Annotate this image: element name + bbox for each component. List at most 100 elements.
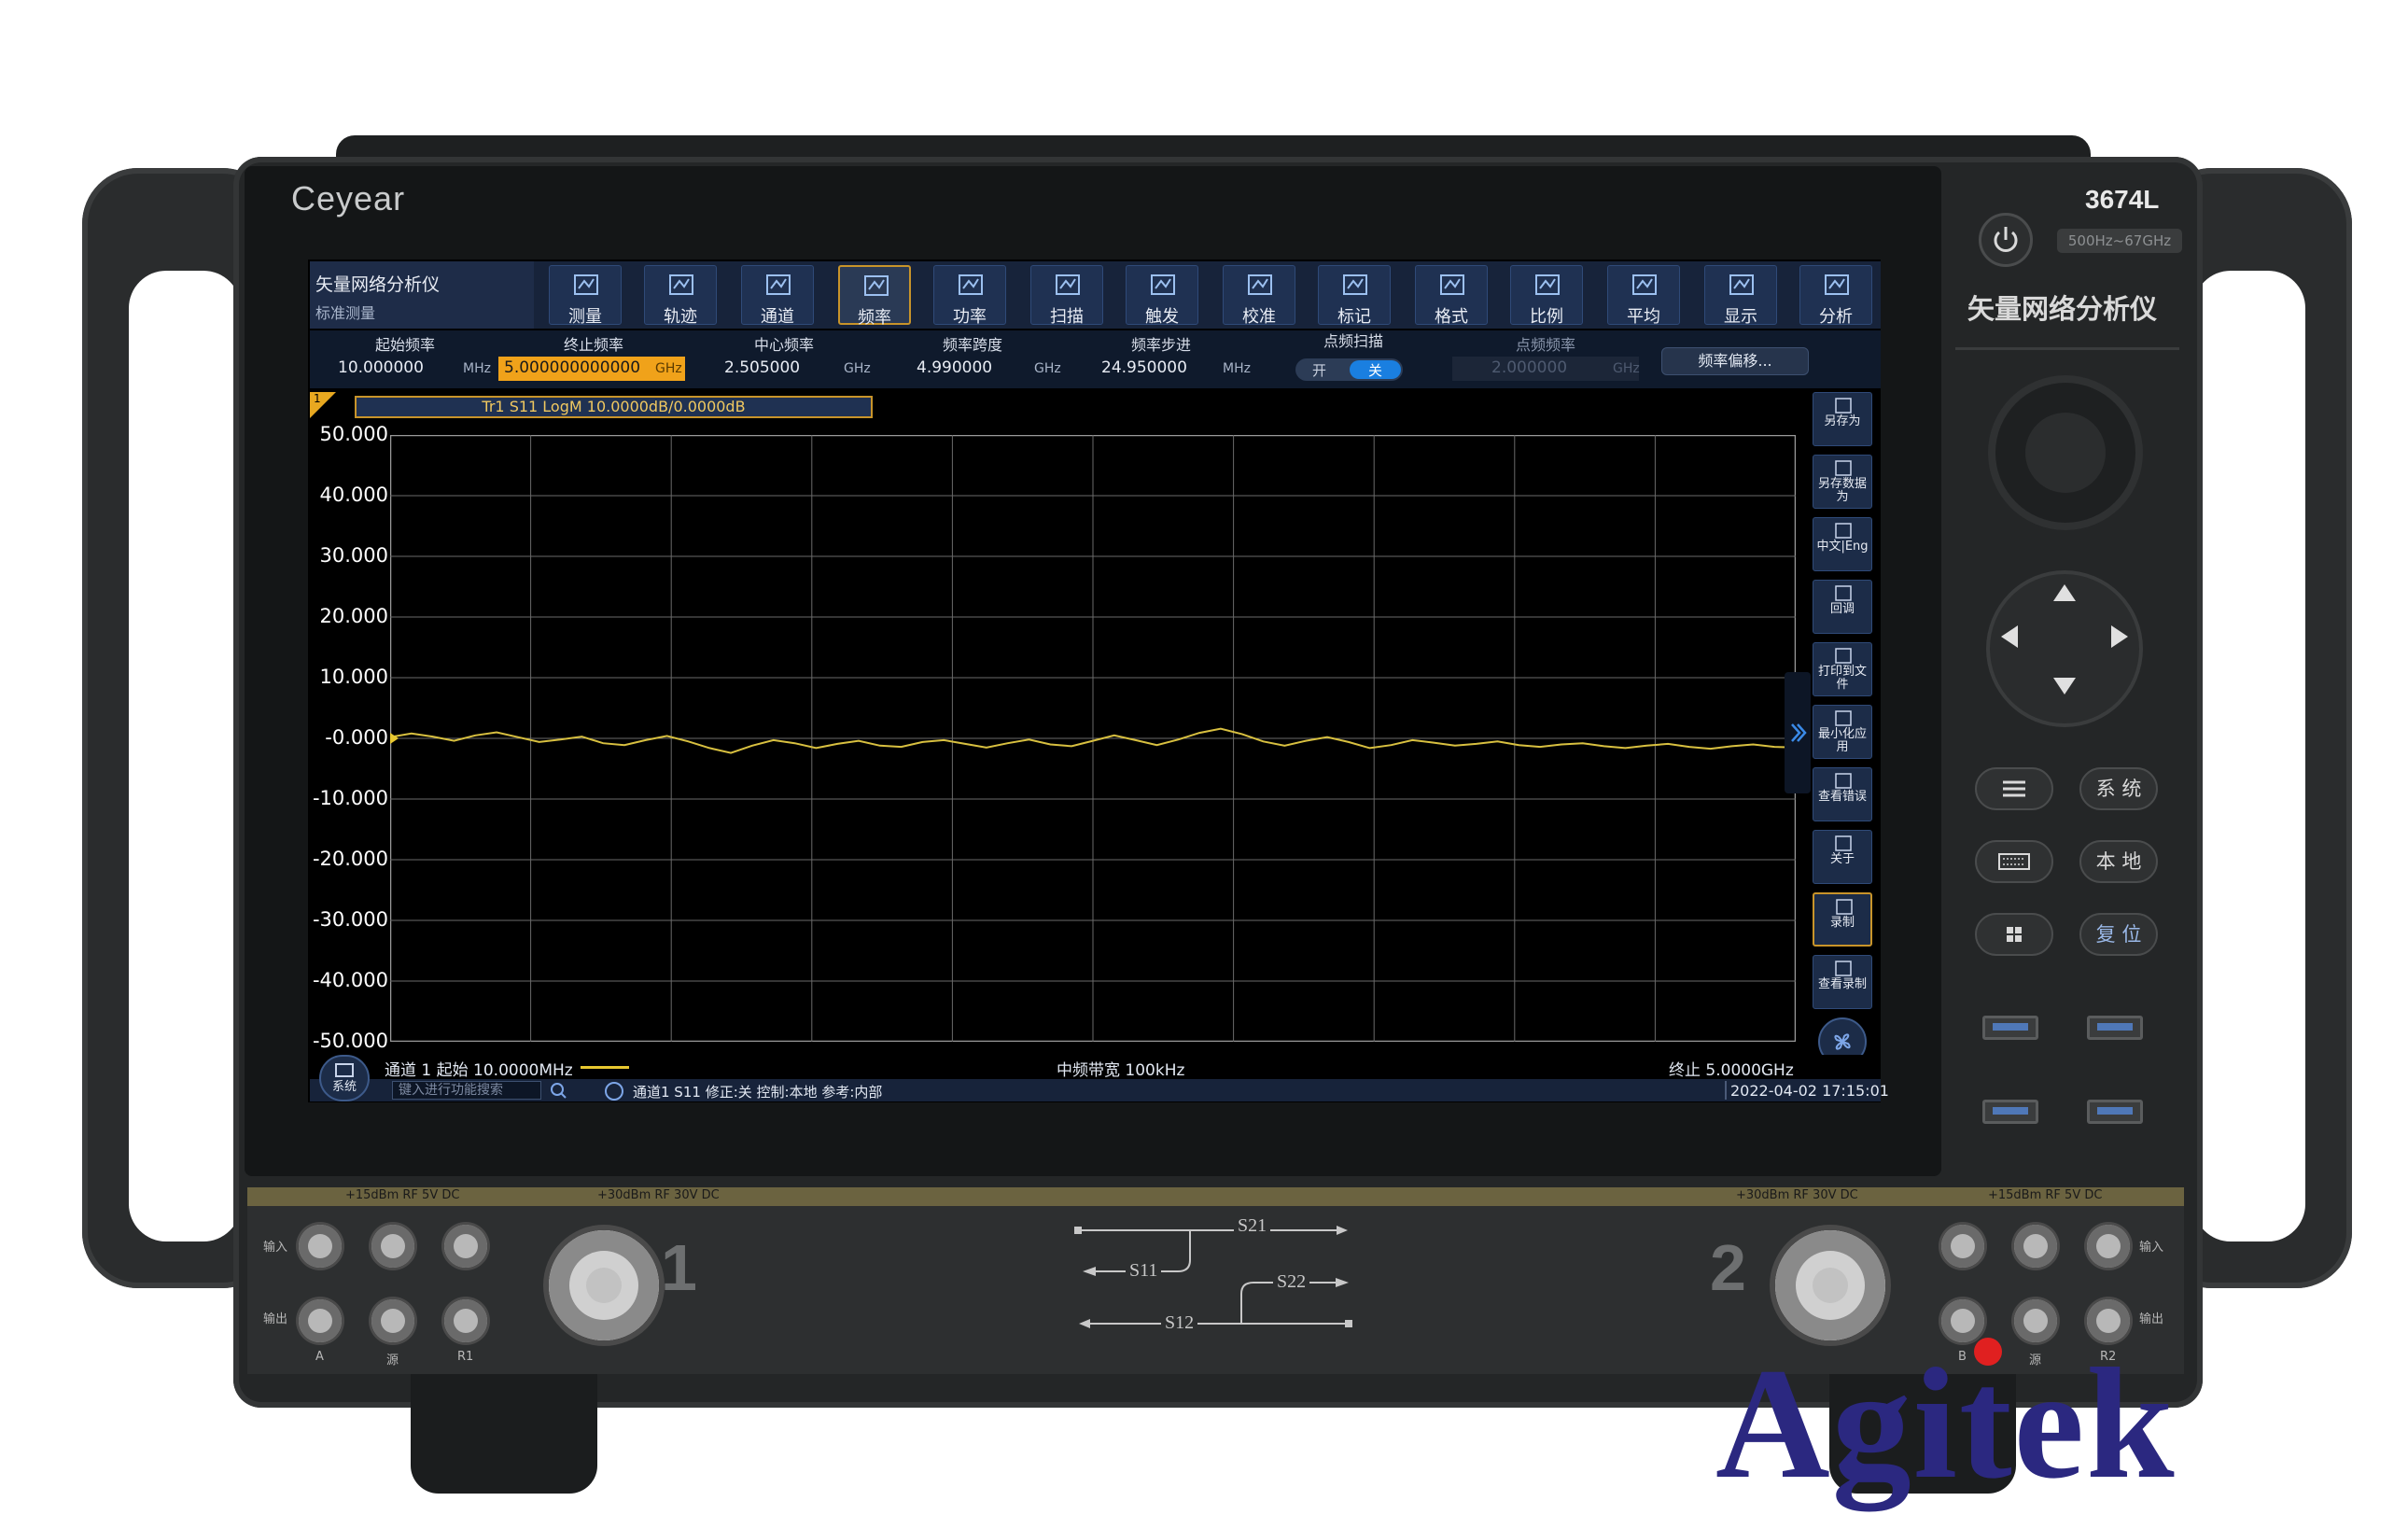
minimize-icon — [1832, 709, 1855, 728]
step-frequency-field[interactable]: 频率步进 24.950000 MHz — [1068, 332, 1254, 386]
span-frequency-field[interactable]: 频率跨度 4.990000 GHz — [879, 332, 1066, 386]
center-frequency-field[interactable]: 中心频率 2.505000 GHz — [693, 332, 875, 386]
port-2-connector[interactable] — [1775, 1230, 1885, 1340]
center-frequency-value: 2.505000 — [724, 358, 801, 377]
toolbar-button-average[interactable]: 平均 — [1607, 265, 1680, 327]
function-search-input[interactable]: 键入进行功能搜索 — [392, 1081, 541, 1100]
jack-r2-in[interactable] — [2087, 1225, 2130, 1268]
frequency-icon — [861, 273, 891, 299]
toolbar-button-trigger[interactable]: 触发 — [1126, 265, 1198, 327]
toolbar-button-format[interactable]: 格式 — [1415, 265, 1488, 327]
arrow-up-icon[interactable] — [2050, 581, 2079, 609]
search-icon[interactable] — [549, 1082, 569, 1104]
s11-label: S11 — [1126, 1260, 1162, 1282]
save-data-icon — [1832, 459, 1855, 478]
windows-key[interactable] — [1975, 913, 2053, 956]
panel-divider — [1955, 347, 2179, 350]
menu-icon — [2003, 780, 2025, 797]
sidebar-button-record[interactable]: 录制 — [1813, 892, 1872, 947]
stop-frequency-label: 终止频率 — [563, 336, 623, 354]
frequency-offset-button[interactable]: 频率偏移... — [1661, 347, 1809, 375]
system-button-label: 系统 — [332, 1080, 357, 1094]
usb-port-3[interactable] — [1982, 1100, 2038, 1124]
sidebar-button-label: 查看录制 — [1817, 977, 1867, 991]
toolbar-button-channel[interactable]: 通道 — [741, 265, 814, 327]
stop-frequency-field[interactable]: 终止频率 5.000000000000 GHz — [498, 332, 689, 386]
sidebar-button-label: 另存为 — [1824, 414, 1861, 428]
y-tick-label: 50.000 — [319, 423, 388, 445]
sidebar-button-folder[interactable]: 回调 — [1813, 580, 1872, 634]
center-frequency-label: 中心频率 — [753, 336, 814, 354]
cw-frequency-unit: GHz — [1613, 361, 1640, 376]
toolbar-button-frequency[interactable]: 频率 — [838, 265, 911, 328]
folder-icon — [1832, 584, 1855, 603]
toolbar-button-ruler[interactable]: 测量 — [549, 265, 622, 327]
sidebar-button-label: 最小化应用 — [1817, 727, 1867, 754]
sidebar-button-error-log[interactable]: 查看错误 — [1813, 767, 1872, 821]
sidebar-button-save-as[interactable]: 另存为 — [1813, 392, 1872, 446]
keyboard-key[interactable] — [1975, 840, 2053, 883]
jack-src1-in[interactable] — [371, 1225, 414, 1268]
power-icon — [1994, 227, 2018, 252]
port-1-connector[interactable] — [549, 1230, 659, 1340]
sidebar-button-save-data[interactable]: 另存数据为 — [1813, 455, 1872, 509]
trace-color-swatch — [581, 1066, 629, 1069]
arrow-left-icon[interactable] — [1997, 622, 2022, 655]
trace-label[interactable]: Tr1 S11 LogM 10.0000dB/0.0000dB — [355, 396, 873, 418]
jack-src1-out[interactable] — [371, 1299, 414, 1342]
jack-a-out[interactable] — [299, 1299, 342, 1342]
usb-port-2[interactable] — [2087, 1016, 2143, 1040]
warning-right: +15dBm RF 5V DC — [1988, 1188, 2103, 1202]
view-recording-icon — [1832, 960, 1855, 978]
arrow-down-icon[interactable] — [2050, 674, 2079, 702]
y-tick-label: -0.000 — [325, 726, 388, 749]
expand-sidebar-icon[interactable] — [1785, 672, 1811, 793]
jack-r1-in[interactable] — [444, 1225, 487, 1268]
jack-a-in[interactable] — [299, 1225, 342, 1268]
toolbar-button-label: 功率 — [953, 307, 987, 327]
toolbar-button-calibration[interactable]: 校准 — [1223, 265, 1295, 327]
sidebar-button-language[interactable]: 中文|Eng — [1813, 517, 1872, 571]
toolbar-button-analysis[interactable]: 分析 — [1799, 265, 1872, 327]
toolbar-button-scale[interactable]: 比例 — [1510, 265, 1583, 327]
cw-sweep-off-label: 关 — [1368, 362, 1383, 379]
usb-port-4[interactable] — [2087, 1100, 2143, 1124]
menu-key[interactable] — [1975, 767, 2053, 810]
trace-icon — [666, 272, 696, 298]
system-key[interactable]: 系 统 — [2079, 767, 2158, 810]
toolbar-button-display[interactable]: 显示 — [1704, 265, 1777, 327]
record-icon — [1833, 898, 1855, 917]
sidebar-button-minimize[interactable]: 最小化应用 — [1813, 705, 1872, 759]
toolbar-button-trace[interactable]: 轨迹 — [644, 265, 717, 327]
local-key[interactable]: 本 地 — [2079, 840, 2158, 883]
input-label-right: 输入 — [2139, 1241, 2164, 1255]
preset-key[interactable]: 复 位 — [2079, 913, 2158, 956]
status-bar — [310, 1079, 1881, 1101]
y-tick-label: 30.000 — [319, 544, 388, 567]
jack-src2-in[interactable] — [2014, 1225, 2057, 1268]
channel-status-info: 通道1 S11 修正:关 控制:本地 参考:内部 — [633, 1084, 883, 1101]
y-tick-label: -40.000 — [312, 969, 388, 991]
sidebar-button-info[interactable]: 关于 — [1813, 830, 1872, 884]
arrow-right-icon[interactable] — [2107, 622, 2132, 655]
cw-frequency-field[interactable]: 点频频率 2.000000 GHz — [1452, 332, 1640, 386]
calibration-icon — [1245, 272, 1275, 298]
sidebar-button-label: 录制 — [1829, 916, 1855, 930]
error-log-icon — [1832, 772, 1855, 791]
sidebar-button-label: 关于 — [1829, 852, 1855, 866]
toolbar-button-marker[interactable]: 标记 — [1318, 265, 1391, 327]
sidebar-button-print[interactable]: 打印到文件 — [1813, 642, 1872, 696]
warning-port1: +30dBm RF 30V DC — [597, 1188, 720, 1202]
sidebar-button-view-recording[interactable]: 查看录制 — [1813, 955, 1872, 1009]
jack-r1-out[interactable] — [444, 1299, 487, 1342]
toolbar-button-sweep[interactable]: 扫描 — [1030, 265, 1103, 327]
warning-left: +15dBm RF 5V DC — [345, 1188, 460, 1202]
usb-port-1[interactable] — [1982, 1016, 2038, 1040]
output-label-right: 输出 — [2139, 1312, 2164, 1326]
toolbar-button-power[interactable]: 功率 — [933, 265, 1006, 327]
s-parameter-diagram — [1074, 1226, 1352, 1328]
marker-icon — [1340, 272, 1370, 298]
power-button[interactable] — [1979, 213, 2033, 267]
input-label-left: 输入 — [263, 1241, 288, 1255]
jack-b-in[interactable] — [1941, 1225, 1984, 1268]
